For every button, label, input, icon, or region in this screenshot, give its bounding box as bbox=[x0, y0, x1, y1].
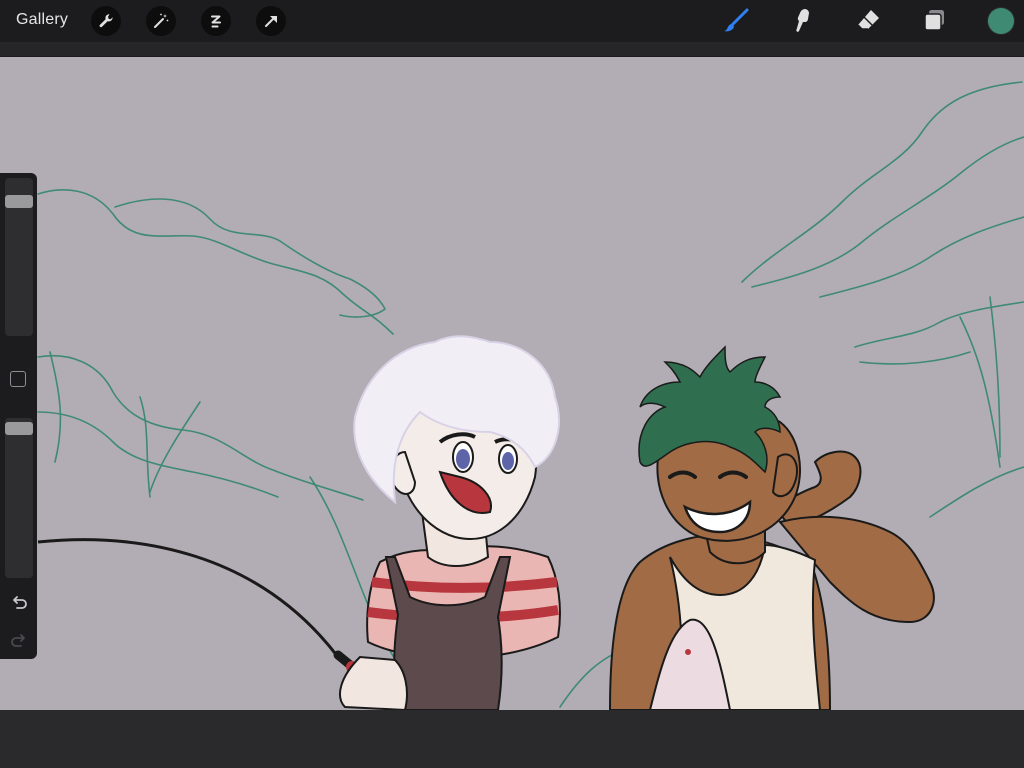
opacity-slider[interactable] bbox=[5, 418, 33, 578]
selection-icon bbox=[211, 15, 221, 28]
transform-arrow-icon bbox=[265, 16, 277, 27]
brush-tool-button[interactable] bbox=[720, 5, 752, 37]
smudge-tool-button[interactable] bbox=[786, 5, 818, 37]
modify-button[interactable] bbox=[10, 371, 26, 387]
layers-icon bbox=[924, 10, 944, 31]
redo-icon[interactable] bbox=[9, 631, 29, 651]
eraser-tool-button[interactable] bbox=[852, 5, 884, 37]
wrench-icon bbox=[99, 14, 113, 28]
selection-button[interactable] bbox=[201, 6, 231, 36]
drawing-canvas[interactable] bbox=[0, 57, 1024, 710]
actions-button[interactable] bbox=[91, 6, 121, 36]
procreate-app: Gallery bbox=[0, 0, 1024, 768]
boy-character bbox=[608, 345, 935, 710]
brush-icon bbox=[724, 8, 749, 32]
layers-button[interactable] bbox=[918, 5, 950, 37]
eraser-icon bbox=[857, 10, 879, 30]
transform-button[interactable] bbox=[256, 6, 286, 36]
brush-size-thumb[interactable] bbox=[5, 195, 33, 208]
magic-wand-icon bbox=[154, 13, 169, 28]
color-picker-button[interactable] bbox=[988, 8, 1014, 34]
adjustments-button[interactable] bbox=[146, 6, 176, 36]
smudge-icon bbox=[796, 9, 809, 32]
toolbar-divider bbox=[0, 42, 1024, 56]
girl-character bbox=[339, 335, 561, 710]
brush-size-slider[interactable] bbox=[5, 178, 33, 336]
undo-icon[interactable] bbox=[9, 593, 29, 613]
gallery-button[interactable]: Gallery bbox=[16, 11, 68, 29]
top-toolbar: Gallery bbox=[0, 0, 1024, 42]
opacity-thumb[interactable] bbox=[5, 422, 33, 435]
bottom-bar bbox=[0, 710, 1024, 768]
sidebar-panel bbox=[0, 173, 37, 659]
artwork bbox=[37, 81, 1024, 710]
